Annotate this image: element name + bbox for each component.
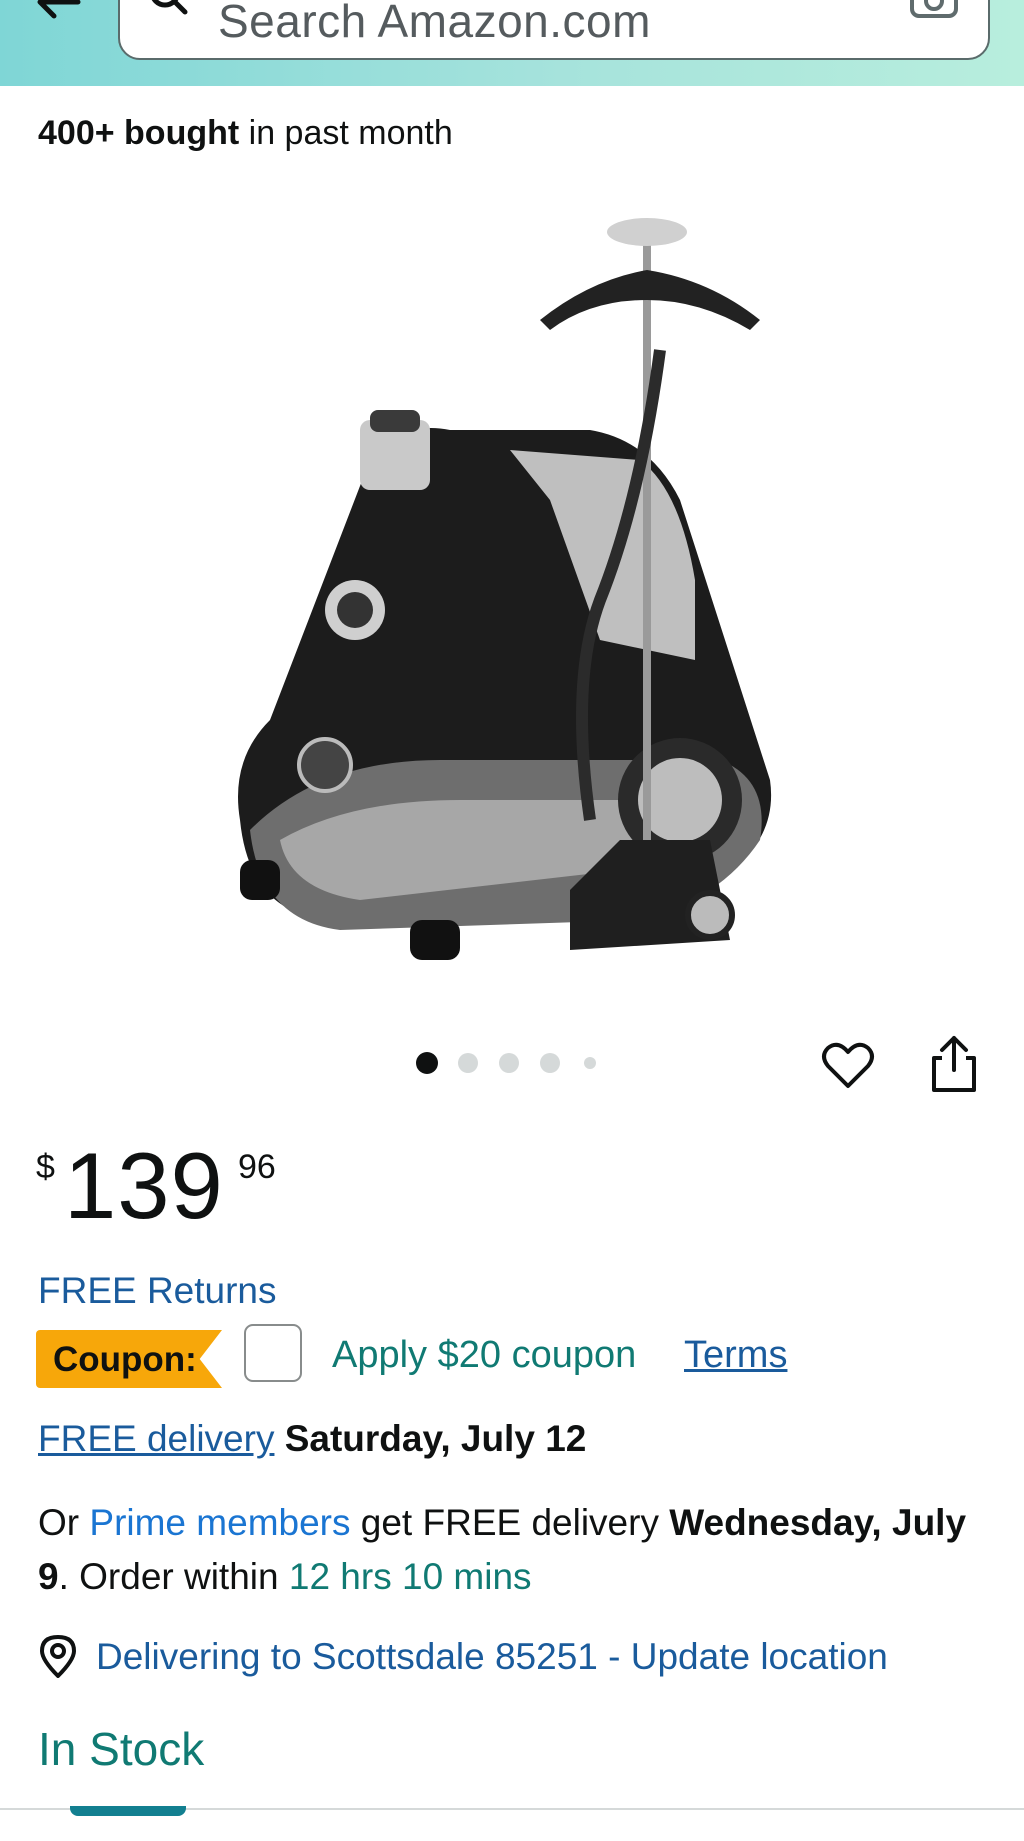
location-pin-icon[interactable] xyxy=(38,1634,78,1678)
apply-coupon-text[interactable]: Apply $20 coupon xyxy=(332,1334,636,1377)
search-icon[interactable] xyxy=(148,0,188,34)
carousel-dot-3[interactable] xyxy=(499,1053,519,1073)
stock-status: In Stock xyxy=(38,1723,205,1775)
heart-icon[interactable] xyxy=(820,1038,876,1094)
carousel-dot-2[interactable] xyxy=(458,1053,478,1073)
coupon-badge: Coupon: xyxy=(36,1330,222,1388)
order-countdown: 12 hrs 10 mins xyxy=(288,1556,532,1597)
free-returns-link[interactable]: FREE Returns xyxy=(38,1270,277,1312)
bought-count-text: 400+ bought in past month xyxy=(38,114,453,153)
price-fraction: 96 xyxy=(238,1148,276,1186)
product-image[interactable] xyxy=(120,200,920,960)
camera-scan-icon[interactable] xyxy=(908,0,960,34)
prime-delivery-info: Or Prime members get FREE delivery Wedne… xyxy=(38,1496,998,1604)
free-delivery-link[interactable]: FREE delivery xyxy=(38,1418,274,1459)
prime-members-link[interactable]: Prime members xyxy=(89,1502,350,1543)
delivery-location-link[interactable]: Delivering to Scottsdale 85251 - Update … xyxy=(96,1636,888,1678)
order-within: . Order within xyxy=(58,1556,289,1597)
carousel-dot-5[interactable] xyxy=(584,1057,596,1069)
coupon-terms-link[interactable]: Terms xyxy=(684,1334,787,1377)
back-arrow-icon[interactable] xyxy=(28,0,88,36)
bought-count: 400+ bought xyxy=(38,114,240,152)
top-search-bar: Search Amazon.com xyxy=(0,0,1024,86)
price-whole: 139 xyxy=(64,1133,224,1238)
bottom-tab-indicator xyxy=(70,1806,186,1816)
carousel-dot-1[interactable] xyxy=(416,1052,438,1074)
search-placeholder: Search Amazon.com xyxy=(218,0,651,47)
share-icon[interactable] xyxy=(928,1034,980,1094)
search-input[interactable]: Search Amazon.com xyxy=(118,0,990,60)
prime-or: Or xyxy=(38,1502,90,1543)
delivery-info: FREE delivery Saturday, July 12 xyxy=(38,1418,586,1460)
carousel-dot-4[interactable] xyxy=(540,1053,560,1073)
prime-get-free: get FREE delivery xyxy=(350,1502,670,1543)
coupon-checkbox[interactable] xyxy=(244,1324,302,1382)
bought-suffix: in past month xyxy=(239,114,453,152)
delivery-date: Saturday, July 12 xyxy=(284,1418,587,1459)
price-symbol: $ xyxy=(36,1148,55,1186)
